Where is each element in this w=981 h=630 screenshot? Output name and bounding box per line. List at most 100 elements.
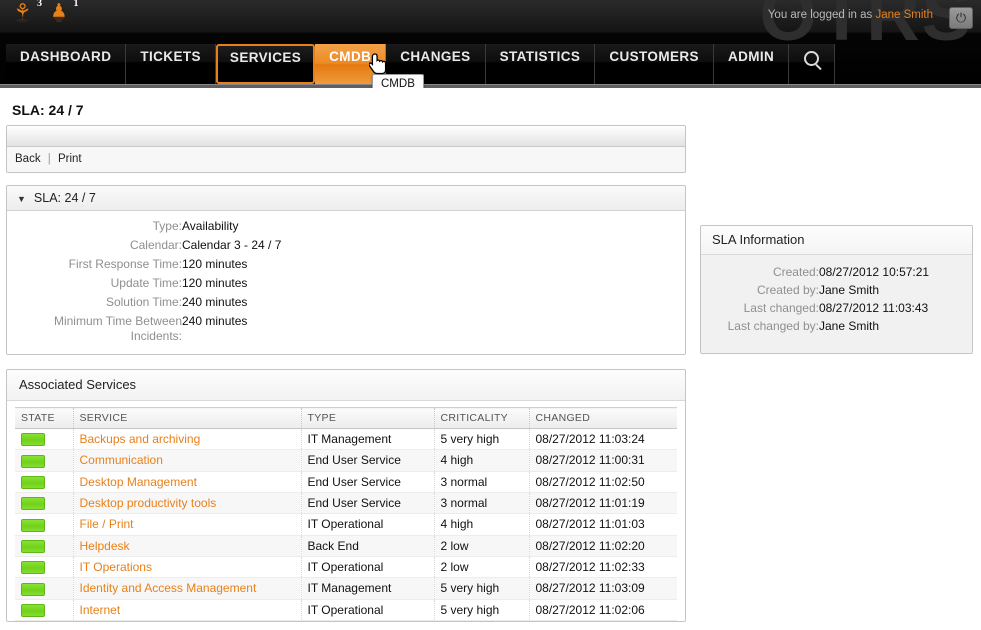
cell-state bbox=[15, 578, 73, 599]
column-header-type[interactable]: TYPE bbox=[301, 408, 434, 429]
state-operational-icon bbox=[21, 476, 45, 489]
info-value: 08/27/2012 11:03:43 bbox=[819, 299, 972, 317]
content-column-left: Back | Print ▼ SLA: 24 / 7 Type: Availabi… bbox=[6, 125, 686, 622]
cell-changed: 08/27/2012 11:02:06 bbox=[529, 599, 677, 620]
login-info-label: You are logged in as bbox=[768, 9, 872, 21]
cell-service: IT Operations bbox=[73, 556, 301, 577]
table-row[interactable]: CommunicationEnd User Service4 high08/27… bbox=[15, 450, 677, 471]
cell-service: Backups and archiving bbox=[73, 429, 301, 450]
field-value: Calendar 3 - 24 / 7 bbox=[182, 236, 685, 255]
cell-changed: 08/27/2012 11:01:19 bbox=[529, 492, 677, 513]
cell-criticality: 2 low bbox=[434, 556, 529, 577]
state-operational-icon bbox=[21, 433, 45, 446]
service-link[interactable]: Internet bbox=[80, 603, 121, 617]
new-ticket-icon-reflection: ⚘ bbox=[14, 17, 31, 23]
table-row[interactable]: Desktop productivity toolsEnd User Servi… bbox=[15, 492, 677, 513]
sla-detail-widget-header: ▼ SLA: 24 / 7 bbox=[7, 186, 685, 211]
column-header-state[interactable]: STATE bbox=[15, 408, 73, 429]
nav-item-services[interactable]: SERVICES bbox=[216, 44, 315, 84]
cell-changed: 08/27/2012 11:03:09 bbox=[529, 578, 677, 599]
sla-detail-widget-body: Type: Availability Calendar: Calendar 3 … bbox=[7, 211, 685, 354]
cell-type: IT Operational bbox=[301, 556, 434, 577]
column-header-criticality[interactable]: CRITICALITY bbox=[434, 408, 529, 429]
nav-item-statistics[interactable]: STATISTICS bbox=[486, 44, 596, 84]
service-link[interactable]: IT Operations bbox=[80, 560, 152, 574]
table-row[interactable]: IT OperationsIT Operational2 low08/27/20… bbox=[15, 556, 677, 577]
power-icon[interactable]: ⏻ bbox=[949, 7, 973, 29]
nav-item-dashboard[interactable]: DASHBOARD bbox=[6, 44, 126, 84]
service-link[interactable]: File / Print bbox=[80, 517, 134, 531]
cell-state bbox=[15, 471, 73, 492]
table-row[interactable]: Backups and archivingIT Management5 very… bbox=[15, 429, 677, 450]
state-operational-icon bbox=[21, 519, 45, 532]
associated-services-widget: Associated Services STATE SERVICE bbox=[6, 369, 686, 622]
state-operational-icon bbox=[21, 455, 45, 468]
nav-item-search[interactable] bbox=[789, 44, 835, 84]
person-count: 1 bbox=[73, 0, 78, 9]
field-row-type: Type: Availability bbox=[7, 217, 685, 236]
column-header-changed[interactable]: CHANGED bbox=[529, 408, 677, 429]
table-row[interactable]: Desktop Management End User Service3 norm… bbox=[15, 471, 677, 492]
service-link[interactable]: Helpdesk bbox=[80, 539, 130, 553]
info-label: Last changed by: bbox=[701, 317, 819, 335]
cell-changed: 08/27/2012 11:00:31 bbox=[529, 450, 677, 471]
field-label: Calendar: bbox=[7, 236, 182, 255]
table-row[interactable]: HelpdeskBack End2 low08/27/2012 11:02:20 bbox=[15, 535, 677, 556]
service-link[interactable]: Backups and archiving bbox=[80, 432, 201, 446]
tooltip-cmdb: CMDB bbox=[372, 74, 424, 88]
field-value: 120 minutes bbox=[182, 255, 685, 274]
service-link[interactable]: Desktop productivity tools bbox=[80, 496, 217, 510]
cell-service: Communication bbox=[73, 450, 301, 471]
toolbar-item-person[interactable]: ♟ 1 ♟ bbox=[50, 2, 67, 32]
table-row[interactable]: Identity and Access ManagementIT Managem… bbox=[15, 578, 677, 599]
field-row-update-time: Update Time: 120 minutes bbox=[7, 274, 685, 293]
cell-state bbox=[15, 429, 73, 450]
cell-criticality: 3 normal bbox=[434, 471, 529, 492]
field-value: Availability bbox=[182, 217, 685, 236]
cell-state bbox=[15, 556, 73, 577]
state-operational-icon bbox=[21, 561, 45, 574]
back-link[interactable]: Back bbox=[15, 153, 41, 165]
field-row-min-time-between-incidents: Minimum Time Between Incidents: 240 minu… bbox=[7, 312, 685, 346]
print-link[interactable]: Print bbox=[58, 153, 82, 165]
toolbar-item-new-ticket[interactable]: ⚘ 3 ⚘ bbox=[14, 2, 31, 32]
cell-state bbox=[15, 492, 73, 513]
table-row[interactable]: File / PrintIT Operational4 high08/27/20… bbox=[15, 514, 677, 535]
info-label: Created by: bbox=[701, 281, 819, 299]
sla-information-table: Created: 08/27/2012 10:57:21 Created by:… bbox=[701, 263, 972, 335]
cell-type: IT Operational bbox=[301, 599, 434, 620]
info-row-last-changed-by: Last changed by: Jane Smith bbox=[701, 317, 972, 335]
action-row-toolbar bbox=[7, 126, 685, 147]
associated-services-table: STATE SERVICE TYPE CRITICALITY CHANGED B… bbox=[15, 407, 677, 621]
service-link[interactable]: Desktop Management bbox=[80, 475, 197, 489]
service-link[interactable]: Communication bbox=[80, 453, 163, 467]
cell-state bbox=[15, 599, 73, 620]
nav-item-admin[interactable]: ADMIN bbox=[714, 44, 789, 84]
field-label: Type: bbox=[7, 217, 182, 236]
cell-criticality: 5 very high bbox=[434, 578, 529, 599]
field-label: Minimum Time Between Incidents: bbox=[7, 312, 182, 346]
state-operational-icon bbox=[21, 540, 45, 553]
chevron-down-icon[interactable]: ▼ bbox=[17, 187, 26, 211]
sla-detail-widget-title: SLA: 24 / 7 bbox=[34, 191, 96, 205]
service-link[interactable]: Identity and Access Management bbox=[80, 581, 257, 595]
nav-item-tickets[interactable]: TICKETS bbox=[126, 44, 216, 84]
link-separator: | bbox=[44, 153, 55, 165]
associated-services-body: STATE SERVICE TYPE CRITICALITY CHANGED B… bbox=[7, 401, 685, 621]
app-header: OTRS ⚘ 3 ⚘ ♟ 1 ♟ You are logged in as Ja… bbox=[0, 0, 981, 88]
page-title: SLA: 24 / 7 bbox=[12, 102, 84, 118]
cell-state bbox=[15, 450, 73, 471]
field-value: 240 minutes bbox=[182, 293, 685, 312]
cell-type: IT Operational bbox=[301, 514, 434, 535]
cell-service: Internet bbox=[73, 599, 301, 620]
login-info: You are logged in as Jane Smith bbox=[768, 9, 933, 21]
table-row[interactable]: InternetIT Operational5 very high08/27/2… bbox=[15, 599, 677, 620]
column-header-service[interactable]: SERVICE bbox=[73, 408, 301, 429]
state-operational-icon bbox=[21, 604, 45, 617]
cell-criticality: 4 high bbox=[434, 514, 529, 535]
cell-type: End User Service bbox=[301, 471, 434, 492]
field-value: 240 minutes bbox=[182, 312, 685, 346]
login-username[interactable]: Jane Smith bbox=[875, 9, 933, 21]
nav-item-customers[interactable]: CUSTOMERS bbox=[595, 44, 714, 84]
cell-service: Identity and Access Management bbox=[73, 578, 301, 599]
